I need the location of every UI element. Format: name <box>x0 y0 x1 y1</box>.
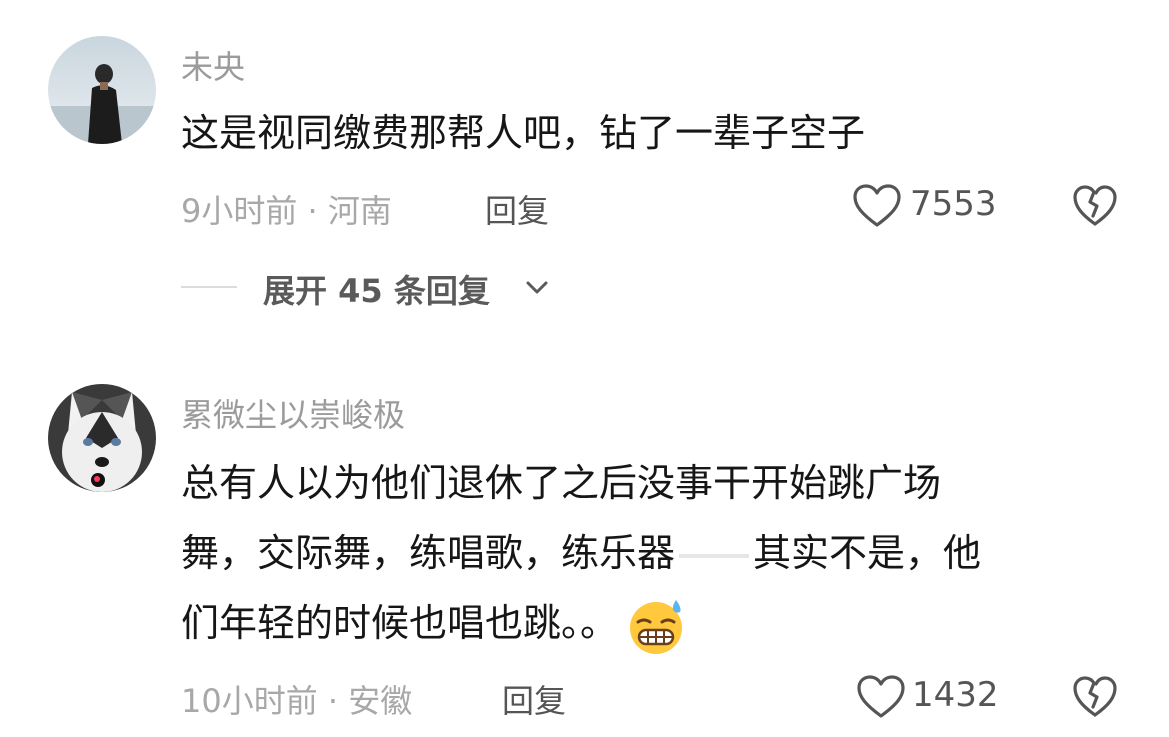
username[interactable]: 累微尘以崇峻极 <box>181 390 405 436</box>
like-count: 1432 <box>912 675 999 715</box>
reply-button[interactable]: 回复 <box>485 186 549 232</box>
username[interactable]: 未央 <box>181 42 245 88</box>
comment-text-line: 舞，交际舞，练唱歌，练乐器 其实不是，他 <box>181 518 1101 588</box>
like-count: 7553 <box>910 184 997 224</box>
user-avatar[interactable] <box>48 36 156 144</box>
grinning-sweat-emoji-icon <box>630 599 683 654</box>
expand-replies-button[interactable]: 展开 45 条回复 <box>263 266 490 312</box>
expand-divider <box>181 286 237 288</box>
user-avatar[interactable] <box>48 384 156 492</box>
comment-text-line: 们年轻的时候也唱也跳。。 <box>181 588 1101 658</box>
comment-text-segment: 其实不是，他 <box>753 531 982 575</box>
comment-text: 这是视同缴费那帮人吧，钻了一辈子空子 <box>181 111 866 155</box>
comment-text: 总有人以为他们退休了之后没事干开始跳广场 舞，交际舞，练唱歌，练乐器 其实不是，他… <box>181 448 1101 658</box>
comment-text-segment: 们年轻的时候也唱也跳。。 <box>181 601 619 645</box>
dash-separator <box>679 553 750 558</box>
chevron-down-icon[interactable] <box>524 278 550 298</box>
comment-meta: 10小时前 · 安徽 <box>181 682 413 720</box>
broken-heart-icon[interactable] <box>1072 184 1118 228</box>
reply-button[interactable]: 回复 <box>502 676 566 722</box>
heart-icon[interactable] <box>856 674 906 720</box>
heart-icon[interactable] <box>852 183 902 229</box>
comment-text-line: 总有人以为他们退休了之后没事干开始跳广场 <box>181 461 942 505</box>
comment-text-segment: 舞，交际舞，练唱歌，练乐器 <box>181 531 676 575</box>
broken-heart-icon[interactable] <box>1072 675 1118 719</box>
comment-meta: 9小时前 · 河南 <box>181 192 392 230</box>
